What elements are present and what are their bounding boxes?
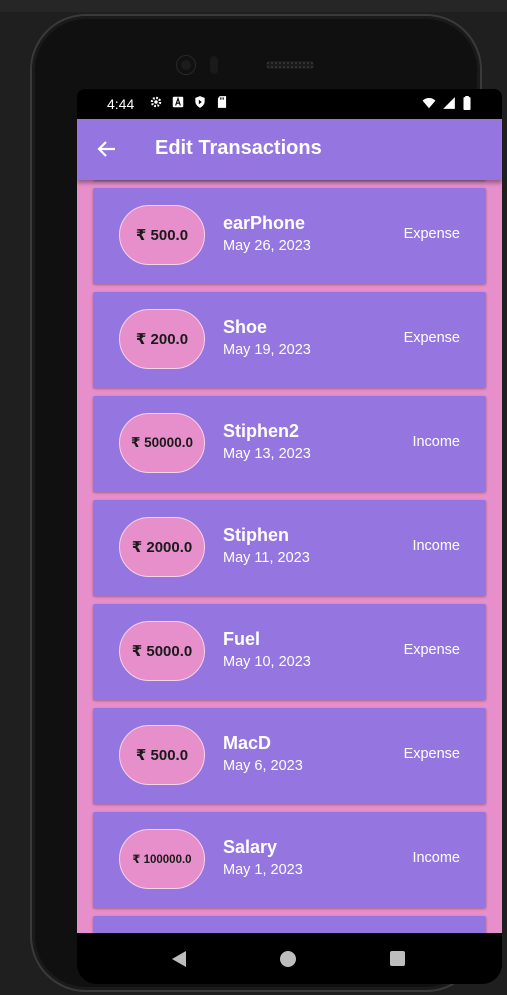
arrow-left-icon[interactable] [95,137,119,161]
transaction-name: Fuel [223,629,261,649]
transaction-card[interactable]: ₹ 100000.0 Salary May 1, 2023 Income [93,812,486,908]
transaction-name: Stiphen2 [223,421,300,441]
amount-pill: ₹ 100000.0 [119,829,205,889]
wifi-icon [422,98,436,109]
amount-pill: ₹ 500.0 [119,205,205,265]
transaction-card-partial[interactable] [93,916,486,933]
transaction-date: May 1, 2023 [223,862,303,878]
transaction-card[interactable]: ₹ 5000.0 Fuel May 10, 2023 Expense [93,604,486,700]
signal-icon [443,97,455,109]
transaction-date: May 26, 2023 [223,238,311,254]
transactions-list: ₹ 500.0 earPhone May 26, 2023 Expense ₹ … [93,180,486,933]
transaction-name: Shoe [223,317,268,337]
transaction-date: May 19, 2023 [223,342,311,358]
nav-recents-icon[interactable] [390,951,405,966]
transaction-name: earPhone [223,213,306,233]
transaction-type: Income [412,538,460,554]
earpiece-speaker [266,61,314,69]
amount-pill: ₹ 200.0 [119,309,205,369]
transaction-name: MacD [223,733,272,753]
transaction-card[interactable]: ₹ 500.0 MacD May 6, 2023 Expense [93,708,486,804]
transaction-type: Expense [403,226,460,242]
transaction-date: May 13, 2023 [223,446,311,462]
status-time: 4:44 [107,96,135,112]
phone-screen: 4:44 Edit Transactions ₹ 500.0 earPhone … [77,89,502,984]
front-camera [177,56,195,74]
transaction-date: May 6, 2023 [223,758,303,774]
amount-pill: ₹ 50000.0 [119,413,205,473]
battery-icon [463,96,471,110]
nav-back-icon[interactable] [172,951,186,967]
shield-icon [195,96,205,108]
transactions-list-area[interactable]: ₹ 500.0 earPhone May 26, 2023 Expense ₹ … [77,180,502,933]
transaction-type: Income [412,850,460,866]
status-bar: 4:44 [77,89,502,119]
status-right-icons [422,96,472,110]
page-title: Edit Transactions [155,137,322,159]
transaction-type: Income [412,434,460,450]
transaction-card[interactable]: ₹ 2000.0 Stiphen May 11, 2023 Income [93,500,486,596]
gear-icon [150,96,162,108]
amount-pill: ₹ 500.0 [119,725,205,785]
status-left-icons [149,95,229,109]
app-bar: Edit Transactions [77,119,502,180]
a-icon [172,96,184,108]
nav-home-icon[interactable] [280,951,296,967]
transaction-name: Salary [223,837,278,857]
amount-pill: ₹ 5000.0 [119,621,205,681]
system-nav-bar [77,933,502,984]
transaction-date: May 10, 2023 [223,654,311,670]
transaction-name: Stiphen [223,525,289,545]
transaction-card[interactable]: ₹ 500.0 earPhone May 26, 2023 Expense [93,188,486,284]
proximity-sensor [210,56,218,74]
transaction-type: Expense [403,642,460,658]
transaction-type: Expense [403,746,460,762]
window-top-strip [0,0,507,12]
transaction-card[interactable]: ₹ 200.0 Shoe May 19, 2023 Expense [93,292,486,388]
transaction-card[interactable]: ₹ 50000.0 Stiphen2 May 13, 2023 Income [93,396,486,492]
transaction-type: Expense [403,330,460,346]
sd-card-icon [217,96,227,108]
phone-device-frame: 4:44 Edit Transactions ₹ 500.0 earPhone … [30,14,502,992]
amount-pill: ₹ 2000.0 [119,517,205,577]
transaction-date: May 11, 2023 [223,550,310,566]
